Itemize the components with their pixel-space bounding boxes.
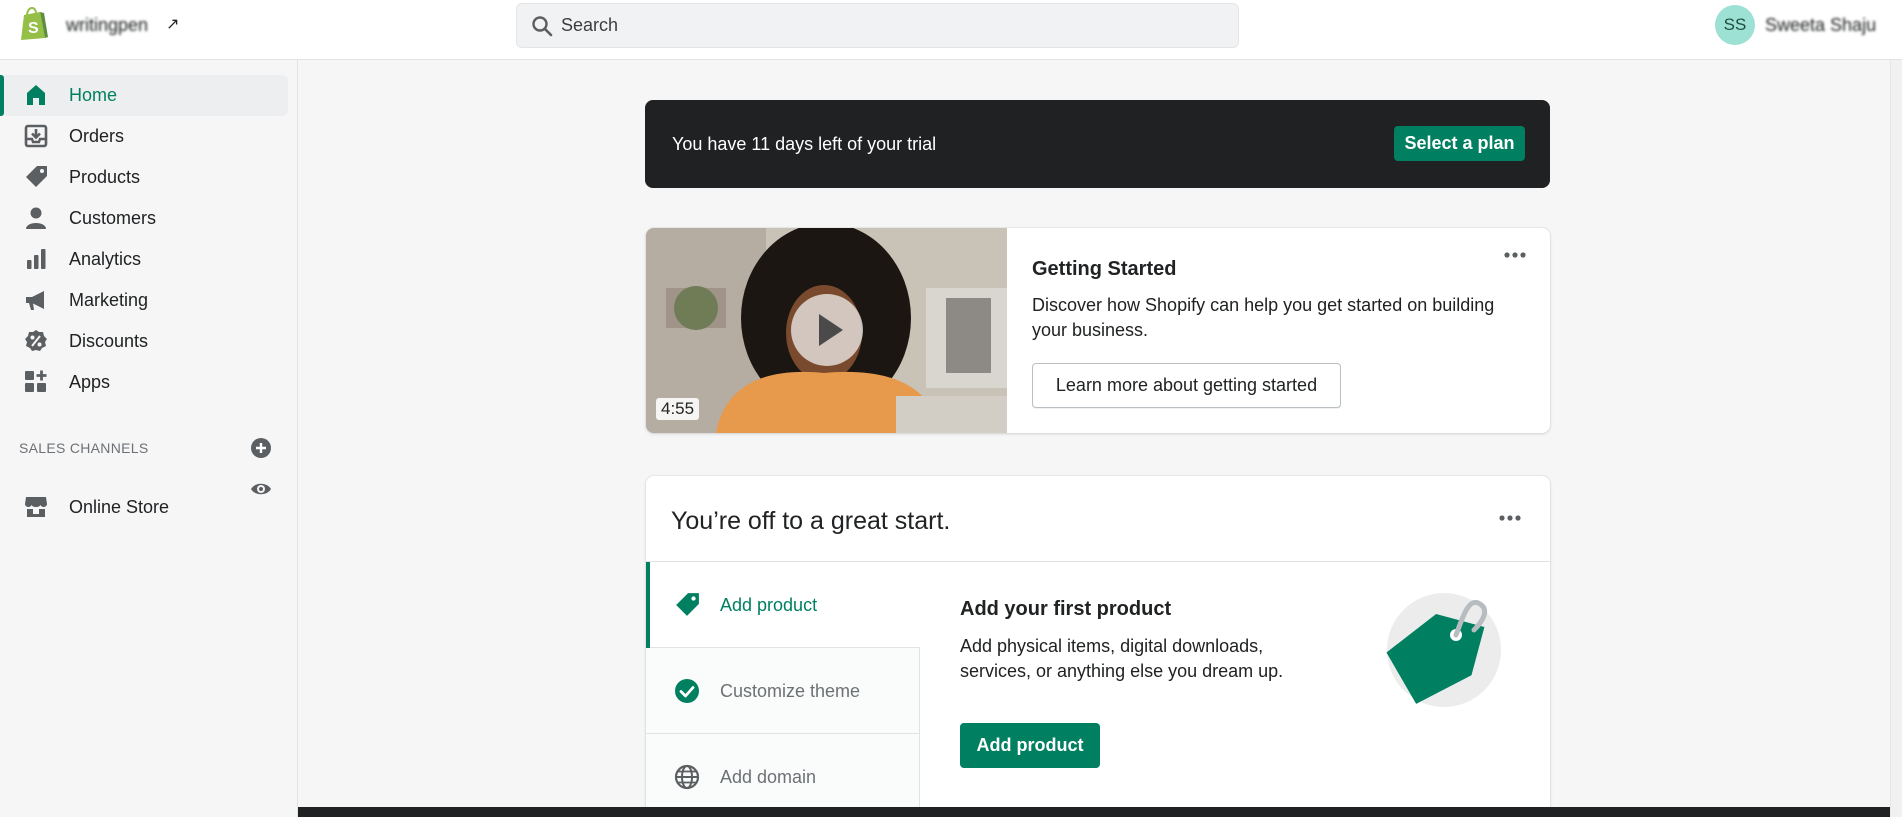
sidebar-item-label: Analytics xyxy=(69,249,142,269)
task-label: Add domain xyxy=(720,767,817,787)
sidebar-item-label: Marketing xyxy=(69,290,149,310)
sidebar-item-products[interactable]: Products xyxy=(0,157,288,198)
orders-icon xyxy=(24,124,48,148)
getting-started-description: Discover how Shopify can help you get st… xyxy=(1032,295,1495,340)
sidebar-item-orders[interactable]: Orders xyxy=(0,116,288,157)
avatar[interactable]: SS xyxy=(1715,5,1755,45)
apps-icon xyxy=(25,370,47,392)
play-button[interactable] xyxy=(791,294,863,366)
tag-icon xyxy=(26,166,47,187)
search-input[interactable] xyxy=(561,4,1221,47)
sidebar-item-marketing[interactable]: Marketing xyxy=(0,280,288,321)
sidebar-item-analytics[interactable]: Analytics xyxy=(0,239,288,280)
user-name[interactable]: Sweeta Shaju xyxy=(1765,15,1876,36)
video-duration: 4:55 xyxy=(656,398,700,420)
setup-guide-card: You’re off to a great start. Add product… xyxy=(646,476,1550,816)
top-bar: S writingpen ↗ SS Sweeta Shaju xyxy=(0,0,1902,60)
search-icon xyxy=(532,16,553,37)
more-horizontal-icon[interactable] xyxy=(1502,245,1528,265)
task-detail-title: Add your first product xyxy=(960,598,1172,620)
store-name[interactable]: writingpen xyxy=(66,15,148,36)
getting-started-title: Getting Started xyxy=(1032,258,1177,280)
tag-icon xyxy=(676,593,699,616)
add-circle-icon[interactable] xyxy=(250,437,272,459)
sidebar-item-label: Customers xyxy=(69,208,157,228)
sidebar-item-label: Discounts xyxy=(69,331,149,351)
person-icon xyxy=(26,207,46,229)
sidebar-item-label: Apps xyxy=(69,372,111,392)
sidebar-item-apps[interactable]: Apps xyxy=(0,362,288,403)
getting-started-card: 4:55 Getting Started Discover how Shopif… xyxy=(646,228,1550,433)
setup-guide-title: You’re off to a great start. xyxy=(671,507,951,535)
add-product-button[interactable]: Add product xyxy=(960,723,1100,768)
select-plan-button[interactable]: Select a plan xyxy=(1394,126,1525,161)
sidebar-item-label: Products xyxy=(69,167,141,187)
trial-banner: You have 11 days left of your trial Sele… xyxy=(645,100,1550,188)
search-bar[interactable] xyxy=(516,3,1239,48)
play-icon xyxy=(819,314,843,346)
eye-icon[interactable] xyxy=(250,478,272,500)
sidebar-item-label: Orders xyxy=(69,126,125,146)
sidebar-item-label: Online Store xyxy=(69,497,170,517)
task-customize-theme[interactable]: Customize theme xyxy=(646,648,920,734)
bottom-bar xyxy=(298,807,1902,817)
store-chevron-icon[interactable]: ↗ xyxy=(166,14,179,34)
sidebar-item-label: Home xyxy=(69,85,118,105)
sales-channels-title: SALES CHANNELS xyxy=(19,440,149,456)
sidebar-item-online-store[interactable]: Online Store xyxy=(0,487,288,528)
sidebar-item-home[interactable]: Home xyxy=(0,75,288,116)
task-label: Add product xyxy=(720,595,818,615)
store-icon xyxy=(25,497,47,517)
bar-chart-icon xyxy=(27,249,46,269)
home-icon xyxy=(27,85,45,105)
globe-icon xyxy=(674,764,700,790)
page-scrollbar[interactable] xyxy=(1890,60,1902,817)
task-label: Customize theme xyxy=(720,681,861,701)
more-horizontal-icon[interactable] xyxy=(1497,508,1523,528)
task-add-product[interactable]: Add product xyxy=(646,562,920,648)
sidebar-item-discounts[interactable]: Discounts xyxy=(0,321,288,362)
learn-more-button[interactable]: Learn more about getting started xyxy=(1032,363,1341,408)
shopify-logo-icon[interactable]: S xyxy=(18,7,50,41)
trial-message: You have 11 days left of your trial xyxy=(672,134,937,154)
discount-icon xyxy=(25,330,47,351)
megaphone-icon xyxy=(26,291,44,310)
task-add-domain[interactable]: Add domain xyxy=(646,734,920,816)
check-circle-icon xyxy=(675,679,699,703)
sidebar-item-customers[interactable]: Customers xyxy=(0,198,288,239)
product-tag-illustration xyxy=(1386,593,1501,707)
sidebar: Home Orders Products Customers Analytics xyxy=(0,60,298,817)
svg-text:S: S xyxy=(28,20,39,37)
video-thumbnail[interactable]: 4:55 xyxy=(646,228,1007,433)
task-detail-description: Add physical items, digital downloads, s… xyxy=(960,636,1284,681)
